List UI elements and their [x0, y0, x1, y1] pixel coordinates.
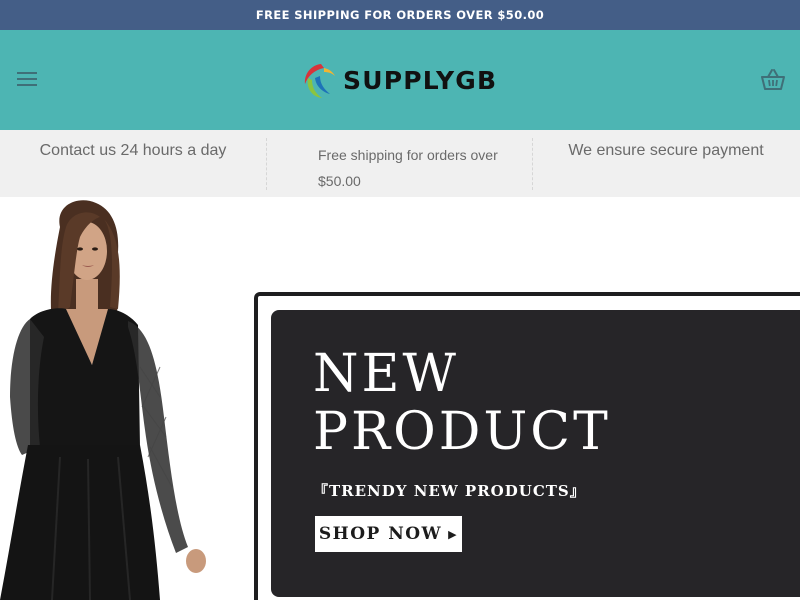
promo-bar: FREE SHIPPING FOR ORDERS OVER $50.00	[0, 0, 800, 30]
brand-name: SUPPLYGB	[343, 65, 498, 95]
feature-payment: We ensure secure payment	[532, 130, 800, 197]
site-header: SUPPLYGB	[0, 30, 800, 130]
site-logo[interactable]: SUPPLYGB	[302, 60, 497, 100]
hamburger-menu-icon[interactable]	[14, 68, 40, 90]
feature-shipping-text: Free shipping for orders over $50.00	[318, 147, 498, 189]
shop-now-label: SHOP NOW	[318, 524, 443, 544]
model-photo	[0, 200, 206, 600]
shop-now-button[interactable]: SHOP NOW ▶	[315, 516, 462, 552]
feature-payment-text: We ensure secure payment	[568, 142, 764, 159]
shopping-basket-icon[interactable]	[760, 66, 786, 92]
feature-support-text: Contact us 24 hours a day	[39, 142, 227, 159]
feature-support: Contact us 24 hours a day	[0, 130, 266, 197]
promo-text: FREE SHIPPING FOR ORDERS OVER $50.00	[255, 8, 545, 22]
logo-mark-icon	[304, 64, 335, 98]
play-triangle-icon: ▶	[448, 527, 459, 541]
banner-title: NEW PRODUCT	[313, 344, 611, 462]
feature-shipping: Free shipping for orders over $50.00	[266, 130, 532, 197]
feature-strip: Contact us 24 hours a day Free shipping …	[0, 130, 800, 197]
banner-subtitle: 『TRENDY NEW PRODUCTS』	[313, 482, 586, 500]
